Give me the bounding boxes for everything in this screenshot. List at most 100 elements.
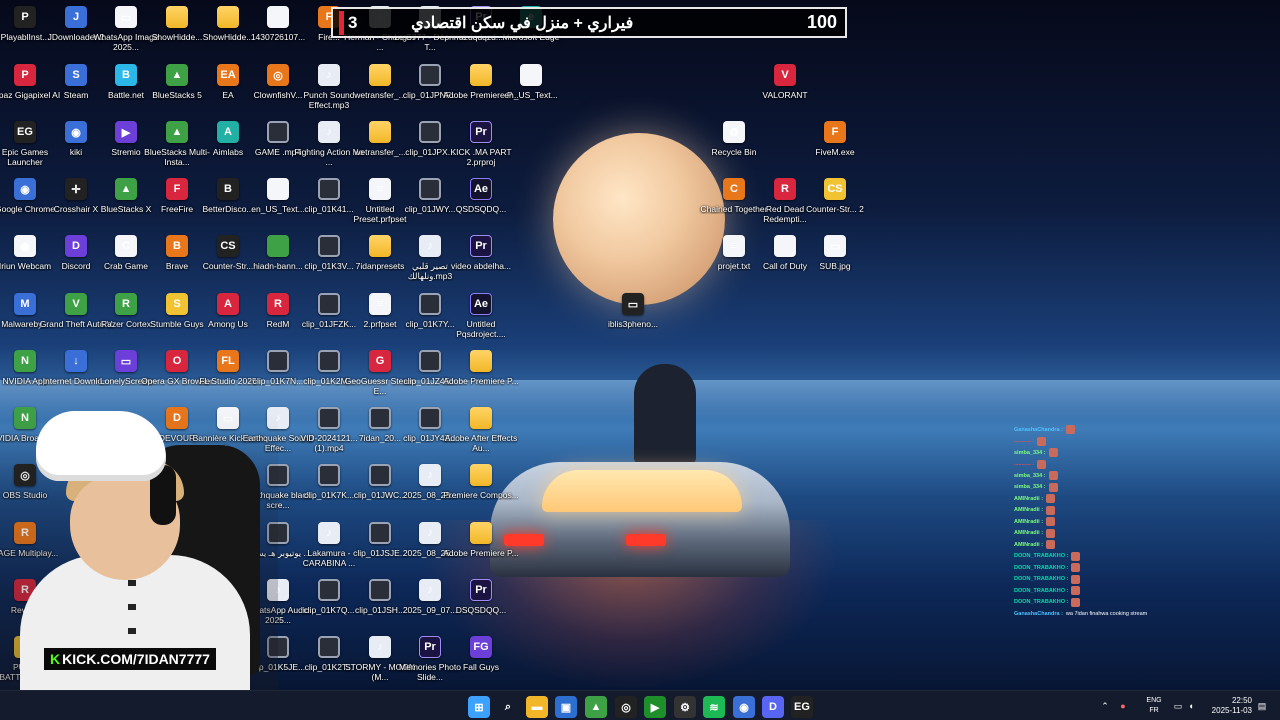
- taskbar-clock[interactable]: 22:50 2025-11-03: [1206, 696, 1252, 716]
- kick-logo-icon: K: [50, 651, 61, 667]
- game-icon: C: [723, 178, 745, 200]
- desktop-icon[interactable]: Pr video abdelha...: [443, 235, 519, 291]
- desktop-icon[interactable]: Adobe Premiere P...: [443, 350, 519, 406]
- epic-games-icon[interactable]: EG: [791, 696, 813, 718]
- desktop-icon[interactable]: Adobe Premiere P...: [443, 522, 519, 578]
- chrome-icon[interactable]: ◉: [733, 696, 755, 718]
- chat-username: GanashaChandra :: [1014, 426, 1063, 433]
- chat-message: AMINradii :: [1014, 505, 1154, 517]
- stream-chat-overlay: GanashaChandra : ........... : simba_334 :…: [1014, 424, 1154, 620]
- video-icon: [369, 522, 391, 544]
- file-icon: [267, 178, 289, 200]
- file-icon: [774, 235, 796, 257]
- chat-message: simba_334 :: [1014, 482, 1154, 494]
- audio-icon: ♪: [318, 121, 340, 143]
- chat-text: wa 7idan finahwa cooking stream: [1065, 610, 1148, 617]
- tray-overflow-chevron-icon[interactable]: ⌃: [1098, 701, 1112, 712]
- desktop-icon[interactable]: ▭ iblis3pheno...: [595, 293, 671, 349]
- desktop-icon[interactable]: Pr DSQSDQQ...: [443, 579, 519, 635]
- chat-message: AMINradii :: [1014, 493, 1154, 505]
- chat-username: ........... :: [1014, 438, 1035, 445]
- desktop-icon-label: Recycle Bin: [711, 147, 757, 157]
- video-icon: [419, 293, 441, 315]
- audio-icon: ♪: [318, 64, 340, 86]
- desktop-icon[interactable]: F FiveM.exe: [797, 121, 873, 177]
- bluestacks-icon[interactable]: ▲: [585, 696, 607, 718]
- audio-icon: ♪: [369, 636, 391, 658]
- audio-icon: ♪: [419, 235, 441, 257]
- desktop-icon[interactable]: CS Counter-Str... 2: [797, 178, 873, 234]
- video-icon: [318, 636, 340, 658]
- goal-left-counter: 3: [339, 10, 358, 35]
- cs2-icon: CS: [824, 178, 846, 200]
- stumble-guys-icon: S: [166, 293, 188, 315]
- chrome-icon: ◉: [14, 178, 36, 200]
- desktop-icon-label: en_US_Text...: [504, 90, 558, 100]
- goal-bar-icon: [339, 10, 344, 35]
- chat-emote-icon: [1037, 436, 1047, 446]
- desktop-icon[interactable]: Ae QSDSQDQ...: [443, 178, 519, 234]
- chat-emote-icon: [1071, 551, 1081, 561]
- desktop-icon[interactable]: Adobe After Effects Au...: [443, 407, 519, 463]
- desktop-icon-label: KICK .MA PART 2.prproj: [450, 147, 512, 167]
- discord-icon[interactable]: D: [762, 696, 784, 718]
- aimlabs-icon[interactable]: ▶: [644, 696, 666, 718]
- chat-emote-icon: [1046, 540, 1056, 550]
- chat-message: GanashaChandra :: [1014, 424, 1154, 436]
- chat-message: simba_334 :: [1014, 447, 1154, 459]
- chat-message: AMINradii :: [1014, 539, 1154, 551]
- file-explorer-icon[interactable]: ▬: [526, 696, 548, 718]
- image-icon: ▭: [622, 293, 644, 315]
- chat-message: AMINradii :: [1014, 516, 1154, 528]
- chat-emote-icon: [1046, 494, 1056, 504]
- desktop-icon[interactable]: ▭ SUB.jpg: [797, 235, 873, 291]
- video-icon: [369, 464, 391, 486]
- microphone-icon[interactable]: ●: [1112, 701, 1134, 711]
- video-icon: [419, 64, 441, 86]
- chrome-icon: ◉: [65, 121, 87, 143]
- desktop-icon[interactable]: Ae Untitled Pqsdroject....: [443, 293, 519, 349]
- desktop-icon[interactable]: en_US_Text...: [493, 64, 569, 120]
- notifications[interactable]: ▤: [1256, 691, 1268, 720]
- video-icon: [267, 350, 289, 372]
- bluestacks-icon: ▲: [115, 178, 137, 200]
- language-indicator[interactable]: ENG FR: [1141, 696, 1167, 716]
- chat-message: ........... :: [1014, 436, 1154, 448]
- spotify-icon[interactable]: ≋: [703, 696, 725, 718]
- video-icon: [419, 350, 441, 372]
- settings-icon[interactable]: ⚙: [674, 696, 696, 718]
- desktop-icon[interactable]: FG Fall Guys: [443, 636, 519, 692]
- preset-icon: ≡: [369, 293, 391, 315]
- video-icon: [419, 178, 441, 200]
- desktop-icon[interactable]: ♻ Recycle Bin: [696, 121, 772, 177]
- chat-emote-icon: [1071, 574, 1081, 584]
- chat-username: AMINradii :: [1014, 530, 1044, 537]
- folder-icon: [470, 464, 492, 486]
- store-icon[interactable]: ▣: [555, 696, 577, 718]
- search-icon[interactable]: ⌕: [497, 696, 519, 718]
- start-button-icon[interactable]: ⊞: [468, 696, 490, 718]
- chat-emote-icon: [1071, 586, 1081, 596]
- desktop-icon[interactable]: Pr KICK .MA PART 2.prproj: [443, 121, 519, 177]
- chat-username: AMINradii :: [1014, 518, 1044, 525]
- desktop-icon[interactable]: Premiere Compos...: [443, 464, 519, 520]
- image-icon: ▭: [115, 6, 137, 28]
- rdr-icon: R: [774, 178, 796, 200]
- goal-left-value: 3: [348, 12, 358, 32]
- quick-settings[interactable]: ▭ ◖: [1172, 691, 1198, 720]
- freefire-icon: F: [166, 178, 188, 200]
- fl-studio-icon: FL: [217, 350, 239, 372]
- network-icon: ▭: [1173, 700, 1183, 711]
- stream-goal-banner: 3 فيراري + منزل في سكن اقتصادي 100: [331, 7, 847, 38]
- after-effects-icon: Ae: [470, 293, 492, 315]
- battlenet-icon: B: [115, 64, 137, 86]
- chat-emote-icon: [1048, 448, 1058, 458]
- desktop-icon-label: SUB.jpg: [819, 261, 851, 271]
- obs-icon[interactable]: ◎: [615, 696, 637, 718]
- redm-icon: R: [267, 293, 289, 315]
- chat-message: simba_334 :: [1014, 470, 1154, 482]
- chef-hat: [36, 411, 166, 481]
- cs-icon: CS: [217, 235, 239, 257]
- desktop-icon-label: Adobe After Effects Au...: [444, 433, 518, 453]
- desktop-icon[interactable]: V VALORANT: [747, 64, 823, 120]
